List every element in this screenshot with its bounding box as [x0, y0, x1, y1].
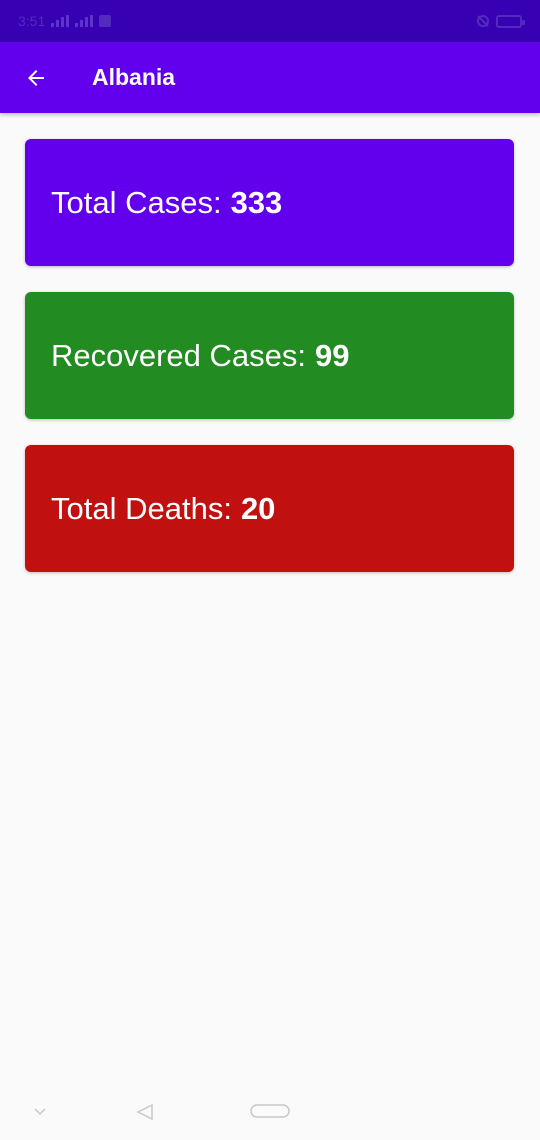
back-triangle-icon — [136, 1103, 153, 1121]
total-deaths-label: Total Deaths: — [51, 490, 232, 526]
battery-icon — [496, 14, 525, 28]
recovered-cases-value: 99 — [315, 337, 350, 373]
silent-icon — [477, 15, 489, 27]
notification-icon — [99, 15, 112, 27]
status-time: 3:51 — [18, 13, 46, 29]
nav-back-button[interactable] — [134, 1101, 156, 1123]
stats-card-list: Total Cases: 333 Recovered Cases: 99 Tot… — [25, 139, 514, 598]
nav-collapse-button[interactable] — [30, 1102, 50, 1122]
total-cases-value: 333 — [230, 184, 283, 220]
total-cases-label: Total Cases: — [51, 184, 222, 220]
total-cases-card: Total Cases: 333 — [25, 139, 514, 266]
status-right — [476, 14, 525, 28]
chevron-down-icon — [34, 1108, 46, 1116]
screen: 3:51 Albania Total Cases: 333 Recovered … — [0, 0, 540, 1140]
arrow-left-icon — [28, 69, 44, 86]
total-deaths-card: Total Deaths: 20 — [25, 445, 514, 572]
total-deaths-value: 20 — [240, 490, 276, 526]
status-bar: 3:51 — [0, 0, 540, 42]
page-title: Albania — [92, 64, 176, 90]
back-button[interactable] — [0, 42, 72, 113]
recovered-cases-card: Recovered Cases: 99 — [25, 292, 514, 419]
system-nav-bar — [0, 1082, 540, 1140]
recovered-cases-label: Recovered Cases: — [51, 337, 307, 373]
signal-icon — [51, 15, 70, 27]
app-bar: Albania — [0, 42, 540, 113]
home-pill-icon — [250, 1104, 290, 1118]
status-left: 3:51 — [18, 13, 112, 29]
signal-2-icon — [75, 15, 94, 27]
nav-home-button[interactable] — [249, 1103, 291, 1119]
